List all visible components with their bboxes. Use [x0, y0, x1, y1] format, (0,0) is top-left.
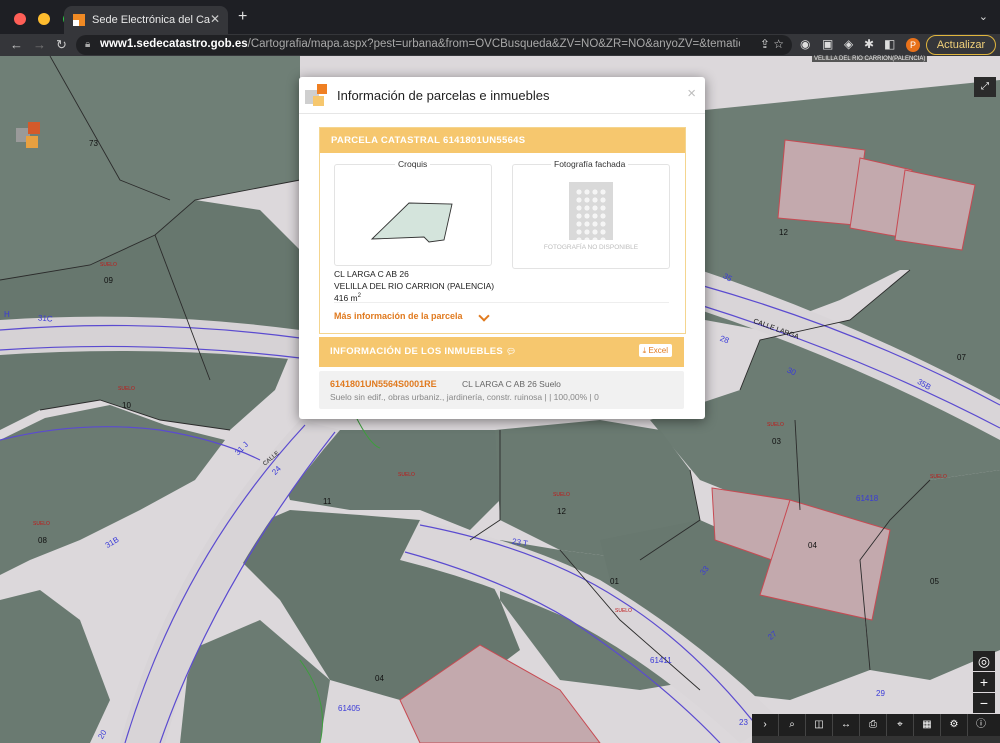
- print-icon[interactable]: ⎙: [860, 714, 887, 736]
- scale-bar: [752, 736, 1000, 743]
- parcel-number: 08: [38, 536, 47, 545]
- block-label: 61405: [338, 704, 361, 713]
- block-label: 61411: [650, 656, 672, 665]
- address-bar[interactable]: 🔒︎ www1.sedecatastro.gob.es/Cartografia/…: [76, 35, 792, 55]
- street-label: 29: [876, 689, 885, 698]
- croquis-box: Croquis: [334, 159, 492, 266]
- url-text[interactable]: www1.sedecatastro.gob.es/Cartografia/map…: [100, 38, 740, 50]
- croquis-label: Croquis: [395, 159, 431, 169]
- street-label: 23: [739, 718, 748, 727]
- parcel-number: 12: [557, 507, 566, 516]
- close-icon[interactable]: ×: [687, 85, 696, 102]
- browser-tab[interactable]: Sede Electrónica del Catastro ✕: [64, 6, 228, 34]
- info-bubble-icon: 💬︎: [506, 347, 517, 356]
- catastro-favicon-icon: [73, 14, 85, 26]
- suelo-label: SUELO: [100, 262, 117, 268]
- minimize-window-button[interactable]: [38, 13, 51, 25]
- parcel-number: 12: [779, 228, 788, 237]
- chevron-down-icon[interactable]: [478, 310, 490, 322]
- puzzle-extensions-icon[interactable]: ✱: [864, 37, 874, 51]
- street-label: H: [4, 310, 10, 319]
- browser-toolbar: ← → ↻ 🔒︎ www1.sedecatastro.gob.es/Cartog…: [0, 34, 1000, 56]
- inmuebles-panel: INFORMACIÓN DE LOS INMUEBLES 💬︎ ⤓ Excel: [319, 337, 684, 367]
- suelo-label: SUELO: [553, 492, 570, 498]
- inmueble-address: CL LARGA C AB 26 Suelo: [462, 379, 561, 389]
- fullscreen-button[interactable]: ⤢: [974, 77, 996, 97]
- extension-tool-icon[interactable]: ◈: [844, 37, 853, 51]
- search-icon[interactable]: ⌕: [779, 714, 806, 736]
- suelo-label: SUELO: [930, 474, 947, 480]
- share-star-icons[interactable]: ⇪ ☆: [760, 37, 784, 51]
- image-icon[interactable]: ▦: [914, 714, 941, 736]
- tab-search-chevron-icon[interactable]: ⌄: [979, 10, 988, 23]
- locate-button[interactable]: ◎: [973, 651, 995, 671]
- photo-unavailable-text: FOTOGRAFÍA NO DISPONIBLE: [543, 244, 639, 251]
- zoom-in-button[interactable]: +: [973, 672, 995, 692]
- suelo-label: SUELO: [615, 608, 632, 614]
- parcel-number: 01: [610, 577, 619, 586]
- inmueble-row[interactable]: 6141801UN5564S0001RE CL LARGA C AB 26 Su…: [319, 371, 684, 409]
- parcel-number: 04: [808, 541, 817, 550]
- parcel-number: 11: [323, 497, 332, 506]
- parcel-number: 10: [122, 401, 131, 410]
- more-info-link[interactable]: Más información de la parcela: [334, 311, 463, 321]
- parcel-header: PARCELA CATASTRAL 6141801UN5564S: [320, 128, 685, 153]
- catastro-logo-icon: [305, 84, 329, 106]
- parcel-panel: PARCELA CATASTRAL 6141801UN5564S Croquis…: [319, 127, 686, 334]
- suelo-label: SUELO: [33, 521, 50, 527]
- zoom-out-button[interactable]: −: [973, 693, 995, 713]
- map-toolbar: › ⌕ ◫ ↔ ⎙ ⌖ ▦ ⚙ ⓘ: [752, 714, 1000, 736]
- extension-blue-icon[interactable]: ◉: [800, 37, 810, 51]
- pin-icon[interactable]: ⌖: [887, 714, 914, 736]
- excel-download-button[interactable]: ⤓ Excel: [638, 344, 672, 357]
- parcel-number: 03: [772, 437, 781, 446]
- suelo-label: SUELO: [118, 386, 135, 392]
- measure-icon[interactable]: ↔: [833, 714, 860, 736]
- map-location-label: VELILLA DEL RIO CARRION(PALENCIA): [812, 56, 928, 62]
- parcel-number: 73: [89, 139, 98, 148]
- parcel-info-dialog: Información de parcelas e inmuebles × PA…: [299, 77, 705, 419]
- parcel-number: 04: [375, 674, 384, 683]
- dialog-header: Información de parcelas e inmuebles ×: [299, 77, 705, 114]
- inmueble-reference[interactable]: 6141801UN5564S0001RE: [330, 379, 437, 389]
- parcel-address-line2: VELILLA DEL RIO CARRION (PALENCIA): [334, 281, 495, 291]
- suelo-label: SUELO: [398, 472, 415, 478]
- building-placeholder-icon: [569, 182, 613, 240]
- inmueble-description: Suelo sin edif., obras urbaniz., jardine…: [330, 392, 599, 402]
- camera-icon[interactable]: ▣: [822, 37, 833, 51]
- inmuebles-header: INFORMACIÓN DE LOS INMUEBLES 💬︎ ⤓ Excel: [319, 337, 684, 367]
- tab-title: Sede Electrónica del Catastro: [92, 14, 210, 26]
- close-window-button[interactable]: [14, 13, 26, 25]
- divider: [334, 302, 669, 303]
- share-icon[interactable]: ⚙: [941, 714, 968, 736]
- suelo-label: SUELO: [767, 422, 784, 428]
- block-label: 61418: [856, 494, 879, 503]
- parcel-number: 05: [930, 577, 939, 586]
- street-label: 31C: [37, 313, 54, 324]
- tab-close-icon[interactable]: ✕: [210, 12, 220, 26]
- back-arrow-icon[interactable]: ←: [10, 37, 23, 52]
- facade-photo-box: Fotografía fachada FOTOGRAFÍA NO DISPONI…: [512, 159, 670, 269]
- parcel-number: 09: [104, 276, 113, 285]
- parcel-number: 07: [957, 353, 966, 362]
- catastro-logo-icon: [16, 122, 42, 148]
- parcel-address-line1: CL LARGA C AB 26: [334, 269, 409, 279]
- browser-tab-bar: Sede Electrónica del Catastro ✕ + ⌄: [0, 0, 1000, 34]
- dialog-title: Información de parcelas e inmuebles: [337, 88, 550, 103]
- facade-photo-label: Fotografía fachada: [551, 159, 629, 169]
- sidepanel-icon[interactable]: ◧: [884, 37, 895, 51]
- new-tab-button[interactable]: +: [238, 8, 247, 26]
- reload-icon[interactable]: ↻: [56, 37, 67, 53]
- chevron-right-icon[interactable]: ›: [752, 714, 779, 736]
- profile-avatar[interactable]: P: [906, 38, 920, 52]
- forward-arrow-icon[interactable]: →: [33, 37, 46, 52]
- update-button[interactable]: Actualizar: [926, 35, 996, 55]
- info-icon[interactable]: ⓘ: [968, 714, 994, 736]
- layers-icon[interactable]: ◫: [806, 714, 833, 736]
- lock-icon: 🔒︎: [85, 39, 91, 50]
- parcel-sketch: [370, 202, 453, 243]
